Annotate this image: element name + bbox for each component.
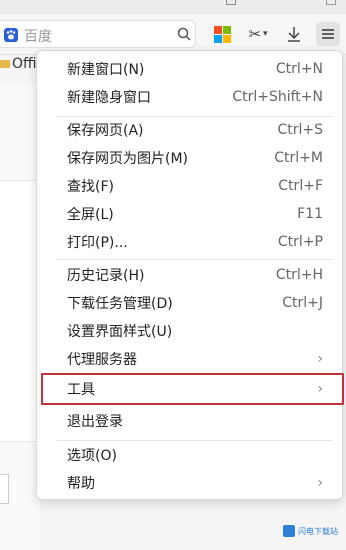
menu-item-label: 代理服务器: [67, 352, 137, 368]
address-bar[interactable]: 百度: [0, 20, 196, 48]
menu-item-label: 历史记录(H): [67, 268, 145, 284]
menu-item-find[interactable]: 查找(F) Ctrl+F: [37, 172, 342, 200]
browser-toolbar: 百度 ✂ ▾: [0, 14, 346, 55]
watermark-text: 闪电下载站: [298, 526, 338, 536]
menu-icon[interactable]: [316, 22, 340, 46]
menu-item-label: 保存网页(A): [67, 123, 144, 139]
menu-item-shortcut: Ctrl+Shift+N: [232, 89, 323, 105]
menu-item-new-incognito-window[interactable]: 新建隐身窗口 Ctrl+Shift+N: [37, 83, 342, 111]
menu-item-label: 查找(F): [67, 179, 114, 195]
menu-item-help[interactable]: 帮助 ›: [37, 469, 342, 497]
microsoft-icon[interactable]: [212, 24, 232, 44]
menu-item-print[interactable]: 打印(P)... Ctrl+P: [37, 228, 342, 256]
watermark-logo-icon: [283, 525, 295, 537]
menu-item-shortcut: Ctrl+N: [275, 61, 323, 77]
menu-item-shortcut: Ctrl+F: [278, 178, 323, 194]
menu-item-label: 工具: [67, 382, 95, 398]
menu-item-shortcut: Ctrl+P: [277, 234, 323, 250]
download-icon[interactable]: [284, 24, 304, 44]
page-content: [0, 84, 40, 550]
menu-item-shortcut: F11: [297, 206, 323, 222]
menu-separator: [57, 259, 333, 260]
chevron-right-icon: ›: [317, 351, 323, 367]
menu-item-label: 新建窗口(N): [67, 62, 145, 78]
bookmark-item[interactable]: Offi: [0, 56, 40, 78]
menu-item-label: 设置界面样式(U): [67, 324, 173, 340]
menu-item-label: 退出登录: [67, 414, 123, 430]
menu-item-label: 下载任务管理(D): [67, 296, 173, 312]
content-card: [0, 180, 39, 442]
menu-item-options[interactable]: 选项(O): [37, 441, 342, 469]
restore-icon[interactable]: [226, 0, 236, 5]
content-element: [0, 474, 9, 504]
menu-item-downloads[interactable]: 下载任务管理(D) Ctrl+J: [37, 289, 342, 317]
menu-item-save-page[interactable]: 保存网页(A) Ctrl+S: [37, 116, 342, 144]
menu-item-shortcut: Ctrl+H: [275, 267, 323, 283]
chevron-right-icon: ›: [317, 475, 323, 491]
chevron-right-icon: ›: [317, 381, 323, 397]
window-titlebar: [0, 0, 346, 14]
watermark: 闪电下载站: [283, 520, 343, 542]
browser-main-menu: 新建窗口(N) Ctrl+N 新建隐身窗口 Ctrl+Shift+N 保存网页(…: [36, 50, 344, 500]
search-icon[interactable]: [174, 24, 194, 44]
folder-icon: [0, 60, 10, 68]
menu-item-shortcut: Ctrl+M: [274, 150, 323, 166]
menu-item-new-window[interactable]: 新建窗口(N) Ctrl+N: [37, 55, 342, 83]
close-icon[interactable]: [326, 0, 336, 5]
menu-item-history[interactable]: 历史记录(H) Ctrl+H: [37, 261, 342, 289]
menu-item-label: 新建隐身窗口: [67, 90, 151, 106]
menu-item-tools[interactable]: 工具 ›: [41, 373, 344, 405]
menu-item-interface-style[interactable]: 设置界面样式(U): [37, 317, 342, 345]
address-placeholder: 百度: [24, 29, 52, 45]
menu-item-label: 全屏(L): [67, 207, 114, 223]
bookmark-label: Offi: [12, 56, 37, 72]
chevron-down-icon[interactable]: ▾: [263, 29, 268, 39]
menu-item-save-page-as-image[interactable]: 保存网页为图片(M) Ctrl+M: [37, 144, 342, 172]
menu-item-label: 选项(O): [67, 448, 117, 464]
menu-item-proxy[interactable]: 代理服务器 ›: [37, 345, 342, 373]
menu-item-label: 帮助: [67, 476, 95, 492]
menu-item-label: 保存网页为图片(M): [67, 151, 189, 167]
menu-item-fullscreen[interactable]: 全屏(L) F11: [37, 200, 342, 228]
menu-item-shortcut: Ctrl+J: [282, 295, 323, 311]
baidu-paw-icon: [4, 28, 18, 42]
scissors-icon[interactable]: ✂ ▾: [244, 24, 272, 44]
menu-item-label: 打印(P)...: [67, 235, 128, 251]
menu-item-logout[interactable]: 退出登录: [37, 407, 342, 435]
menu-item-shortcut: Ctrl+S: [277, 122, 323, 138]
